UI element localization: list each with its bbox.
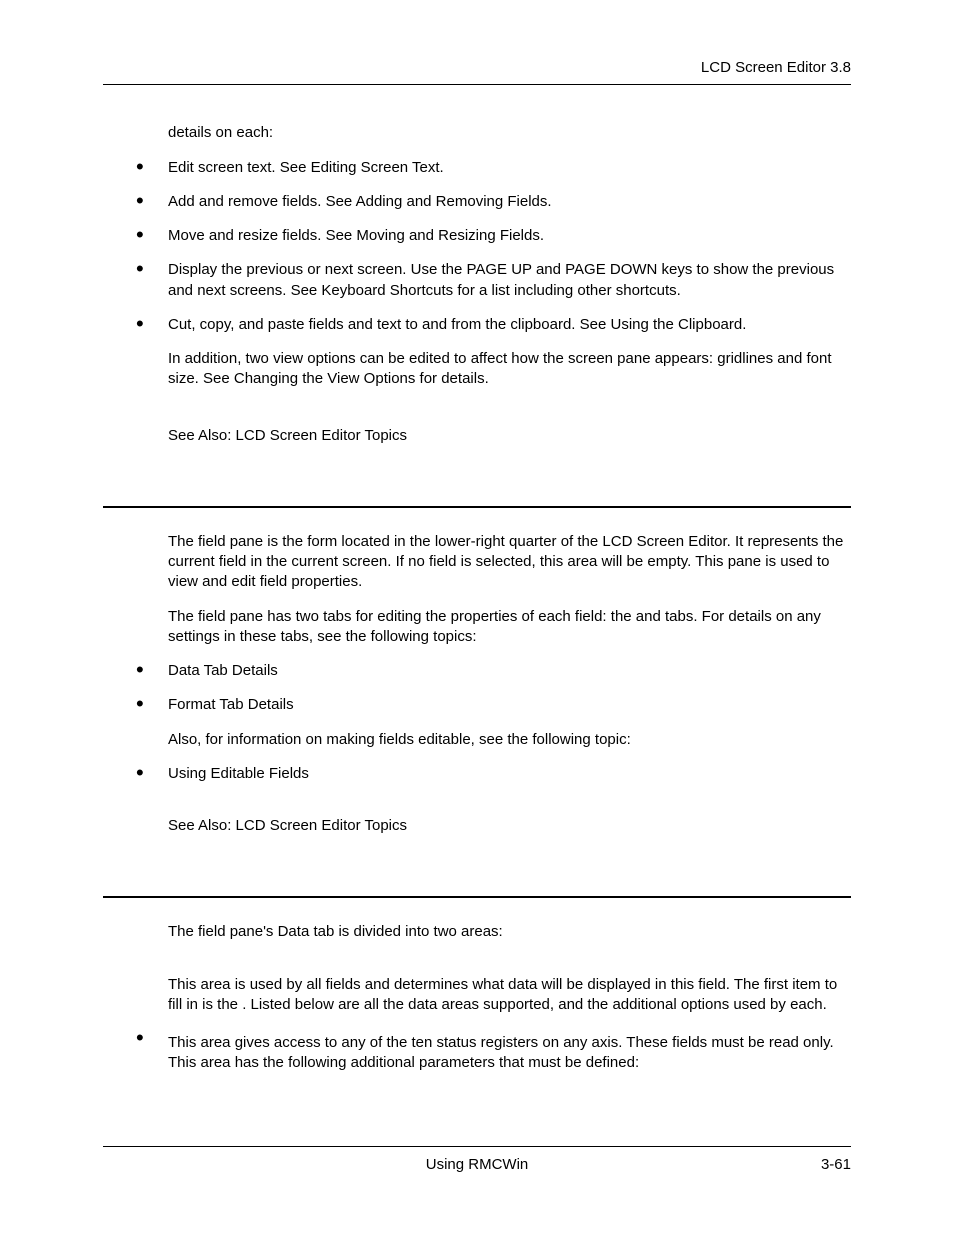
list-item-text: Format Tab Details bbox=[168, 696, 294, 713]
list-item: Add and remove fields. See Adding and Re… bbox=[136, 192, 851, 212]
footer-title: Using RMCWin bbox=[163, 1155, 791, 1175]
section-rule bbox=[103, 896, 851, 898]
body-paragraph: The field pane is the form located in th… bbox=[168, 532, 851, 593]
list-followup: Also, for information on making fields e… bbox=[168, 730, 851, 750]
list-item: Format Tab Details Also, for information… bbox=[136, 695, 851, 750]
list-item: Using Editable Fields bbox=[136, 764, 851, 784]
list-item-text: This area gives access to any of the ten… bbox=[168, 1034, 834, 1071]
see-also: See Also: LCD Screen Editor Topics bbox=[168, 816, 851, 836]
bullet-list-b2: Using Editable Fields bbox=[168, 764, 851, 784]
list-item: Cut, copy, and paste fields and text to … bbox=[136, 315, 851, 390]
body-paragraph: The field pane's Data tab is divided int… bbox=[168, 922, 851, 942]
see-also: See Also: LCD Screen Editor Topics bbox=[168, 426, 851, 446]
footer-rule bbox=[103, 1146, 851, 1147]
footer-page-number: 3-61 bbox=[791, 1155, 851, 1175]
body-paragraph: The field pane has two tabs for editing … bbox=[168, 607, 851, 648]
lead-text: details on each: bbox=[168, 123, 851, 143]
list-item: Move and resize fields. See Moving and R… bbox=[136, 226, 851, 246]
list-item: Display the previous or next screen. Use… bbox=[136, 260, 851, 301]
header-section-label: LCD Screen Editor 3.8 bbox=[103, 58, 851, 78]
section-rule bbox=[103, 506, 851, 508]
header-rule bbox=[103, 84, 851, 85]
list-item: Data Tab Details bbox=[136, 661, 851, 681]
page-footer: Using RMCWin 3-61 bbox=[103, 1146, 851, 1175]
body-paragraph: This area is used by all fields and dete… bbox=[168, 975, 851, 1016]
bullet-list-a: Edit screen text. See Editing Screen Tex… bbox=[168, 158, 851, 390]
list-followup: In addition, two view options can be edi… bbox=[168, 349, 851, 390]
bullet-list-c: This area gives access to any of the ten… bbox=[168, 1029, 851, 1074]
bullet-list-b: Data Tab Details Format Tab Details Also… bbox=[168, 661, 851, 750]
list-item: Edit screen text. See Editing Screen Tex… bbox=[136, 158, 851, 178]
list-item-text: Cut, copy, and paste fields and text to … bbox=[168, 316, 746, 333]
list-item: This area gives access to any of the ten… bbox=[136, 1029, 851, 1074]
